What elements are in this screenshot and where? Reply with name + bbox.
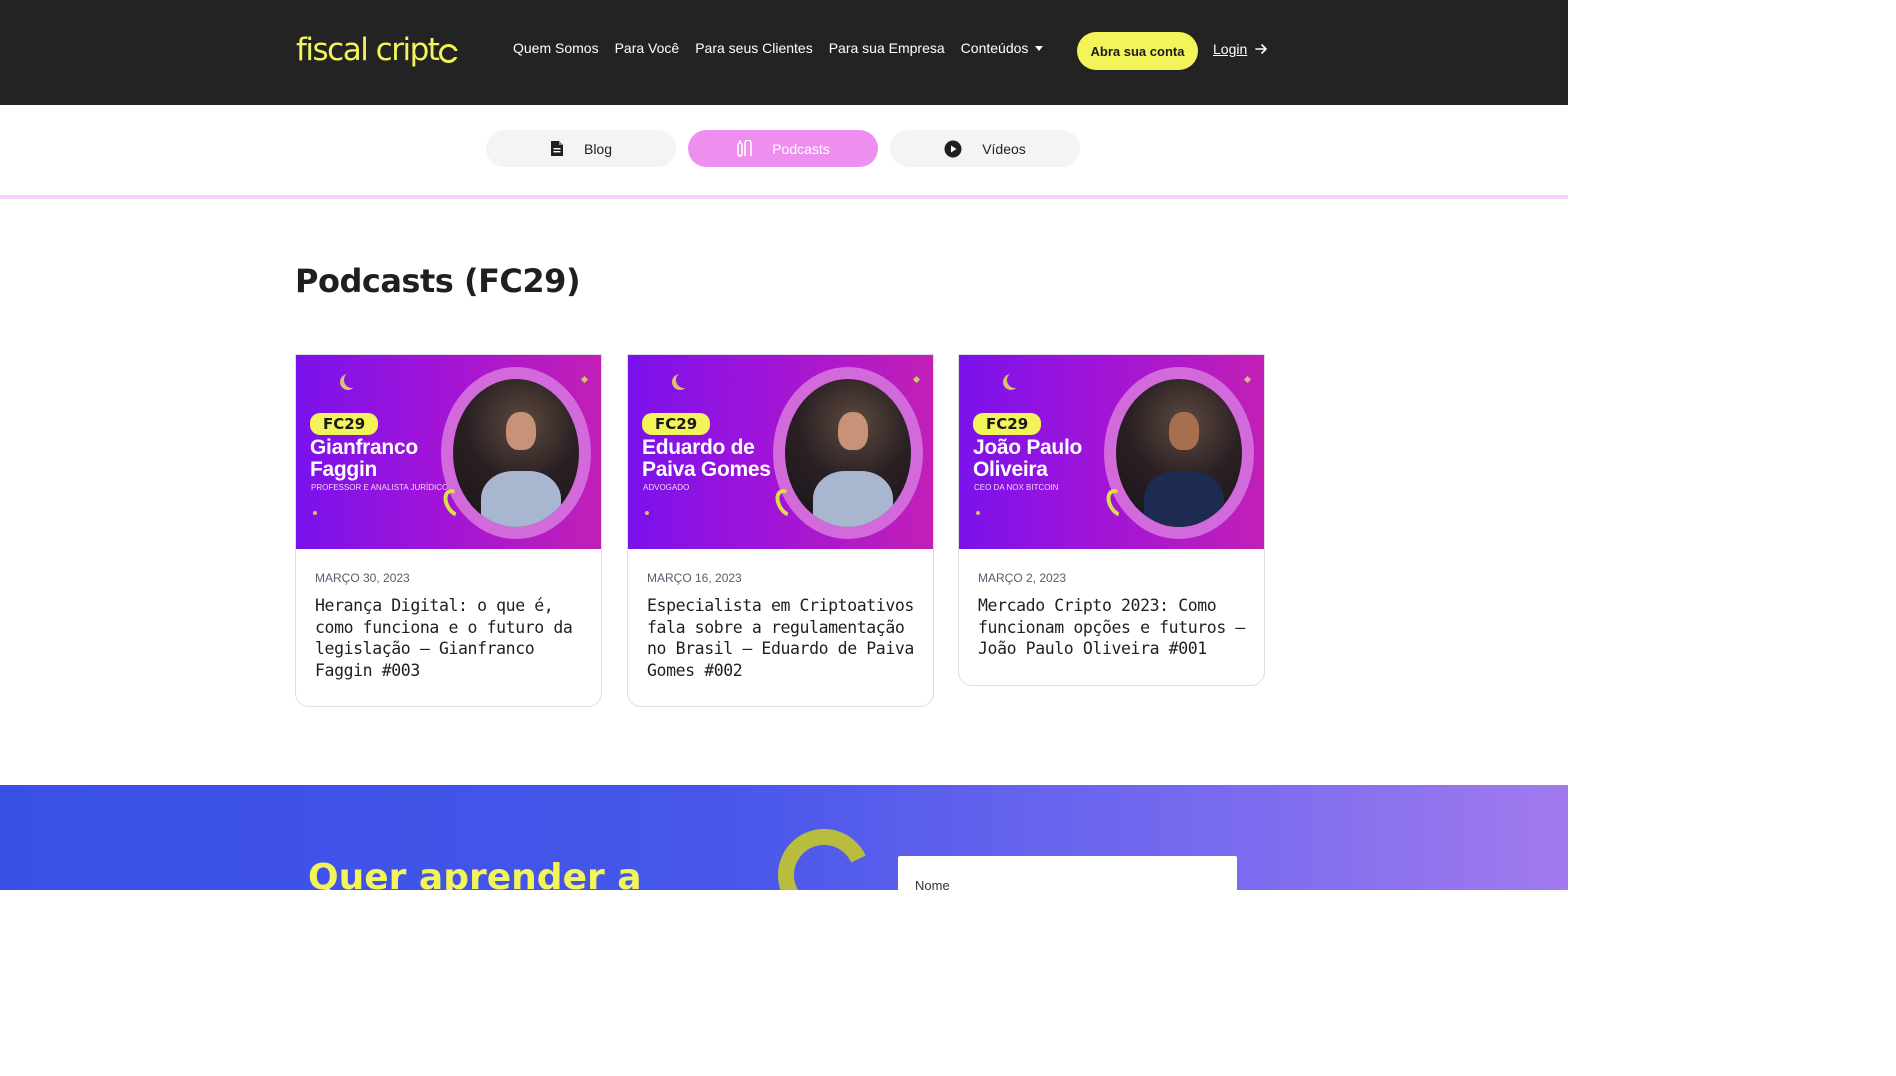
nav-label: Para seus Clientes	[695, 40, 813, 56]
tab-videos[interactable]: Vídeos	[890, 130, 1080, 167]
decorative-c-shape	[765, 816, 883, 890]
page-title: Podcasts (FC29)	[295, 262, 581, 300]
microphone-icon	[737, 139, 753, 157]
nav-para-empresa[interactable]: Para sua Empresa	[829, 40, 945, 56]
card-date: MARÇO 16, 2023	[647, 571, 742, 585]
nav-label: Para Você	[614, 40, 680, 56]
guest-name: Eduardo de Paiva Gomes	[642, 436, 771, 481]
tab-label: Podcasts	[772, 140, 830, 157]
tab-blog[interactable]: Blog	[486, 130, 676, 167]
nav-label: Quem Somos	[513, 40, 599, 56]
nav-quem-somos[interactable]: Quem Somos	[513, 40, 599, 56]
guest-photo	[453, 379, 579, 527]
show-badge: FC29	[973, 413, 1042, 435]
nav-label: Para sua Empresa	[828, 40, 945, 56]
site-header: fiscal cript Quem Somos Para Você Para s…	[0, 0, 1568, 105]
decorative-dot	[976, 511, 980, 515]
newsletter-title: Quer aprender a	[308, 857, 642, 890]
moon-icon	[1007, 372, 1023, 388]
guest-photo	[785, 379, 911, 527]
show-badge: FC29	[310, 413, 379, 435]
main-nav: Quem Somos Para Você Para seus Clientes …	[513, 40, 1044, 56]
sparkle-icon	[1243, 375, 1252, 384]
podcast-thumbnail[interactable]: FC29 Eduardo de Paiva Gomes ADVOGADO	[628, 355, 933, 549]
decorative-dot	[645, 511, 649, 515]
guest-role: ADVOGADO	[643, 483, 690, 492]
tab-label: Vídeos	[982, 140, 1026, 157]
tab-label: Blog	[583, 140, 613, 157]
nav-para-voce[interactable]: Para Você	[615, 40, 680, 56]
tabs-divider	[0, 195, 1568, 199]
fiscal-cripto-logo[interactable]: fiscal cript	[296, 28, 460, 72]
play-icon	[944, 140, 962, 157]
logo-text: fiscal cript	[296, 32, 440, 68]
card-title[interactable]: Mercado Cripto 2023: Como funcionam opçõ…	[978, 595, 1245, 660]
sparkle-icon	[912, 375, 921, 384]
guest-photo	[1116, 379, 1242, 527]
logo-o-mark-icon	[439, 43, 460, 63]
podcast-thumbnail[interactable]: FC29 Gianfranco Faggin PROFESSOR E ANALI…	[296, 355, 601, 549]
guest-role: PROFESSOR E ANALISTA JURÍDICO	[311, 483, 449, 492]
card-date: MARÇO 2, 2023	[978, 571, 1067, 585]
card-body: MARÇO 2, 2023 Mercado Cripto 2023: Como …	[959, 549, 1264, 685]
card-date: MARÇO 30, 2023	[315, 571, 410, 585]
document-icon	[550, 141, 563, 156]
podcast-card[interactable]: FC29 Eduardo de Paiva Gomes ADVOGADO MAR…	[627, 354, 934, 707]
guest-name: João Paulo Oliveira	[973, 436, 1083, 481]
decorative-dot	[313, 511, 317, 515]
nav-label: Conteúdos	[960, 40, 1029, 56]
card-body: MARÇO 16, 2023 Especialista em Criptoati…	[628, 549, 933, 706]
name-field-label: Nome	[915, 878, 950, 890]
guest-name: Gianfranco Faggin	[310, 436, 418, 481]
card-title[interactable]: Herança Digital: o que é, como funciona …	[315, 595, 582, 681]
newsletter-section: Quer aprender a Nome	[0, 785, 1568, 890]
content-tabs: Blog Podcasts Vídeos	[486, 130, 1080, 167]
sparkle-icon	[580, 375, 589, 384]
podcast-thumbnail[interactable]: FC29 João Paulo Oliveira CEO DA NOX BITC…	[959, 355, 1264, 549]
nav-conteudos-dropdown[interactable]: Conteúdos	[961, 40, 1044, 56]
moon-icon	[344, 372, 360, 388]
nav-para-clientes[interactable]: Para seus Clientes	[695, 40, 813, 56]
guest-role: CEO DA NOX BITCOIN	[974, 483, 1059, 492]
arrow-right-icon	[1255, 44, 1268, 54]
card-body: MARÇO 30, 2023 Herança Digital: o que é,…	[296, 549, 601, 706]
podcast-card[interactable]: FC29 Gianfranco Faggin PROFESSOR E ANALI…	[295, 354, 602, 707]
login-label: Login	[1213, 41, 1248, 57]
name-field[interactable]: Nome	[898, 856, 1237, 890]
login-link[interactable]: Login	[1213, 41, 1268, 57]
moon-icon	[676, 372, 692, 388]
card-title[interactable]: Especialista em Criptoativos fala sobre …	[647, 595, 914, 681]
show-badge: FC29	[642, 413, 711, 435]
open-account-button[interactable]: Abra sua conta	[1077, 32, 1198, 70]
tab-podcasts[interactable]: Podcasts	[688, 130, 878, 167]
chevron-down-icon	[1035, 45, 1044, 51]
podcast-card[interactable]: FC29 João Paulo Oliveira CEO DA NOX BITC…	[958, 354, 1265, 686]
